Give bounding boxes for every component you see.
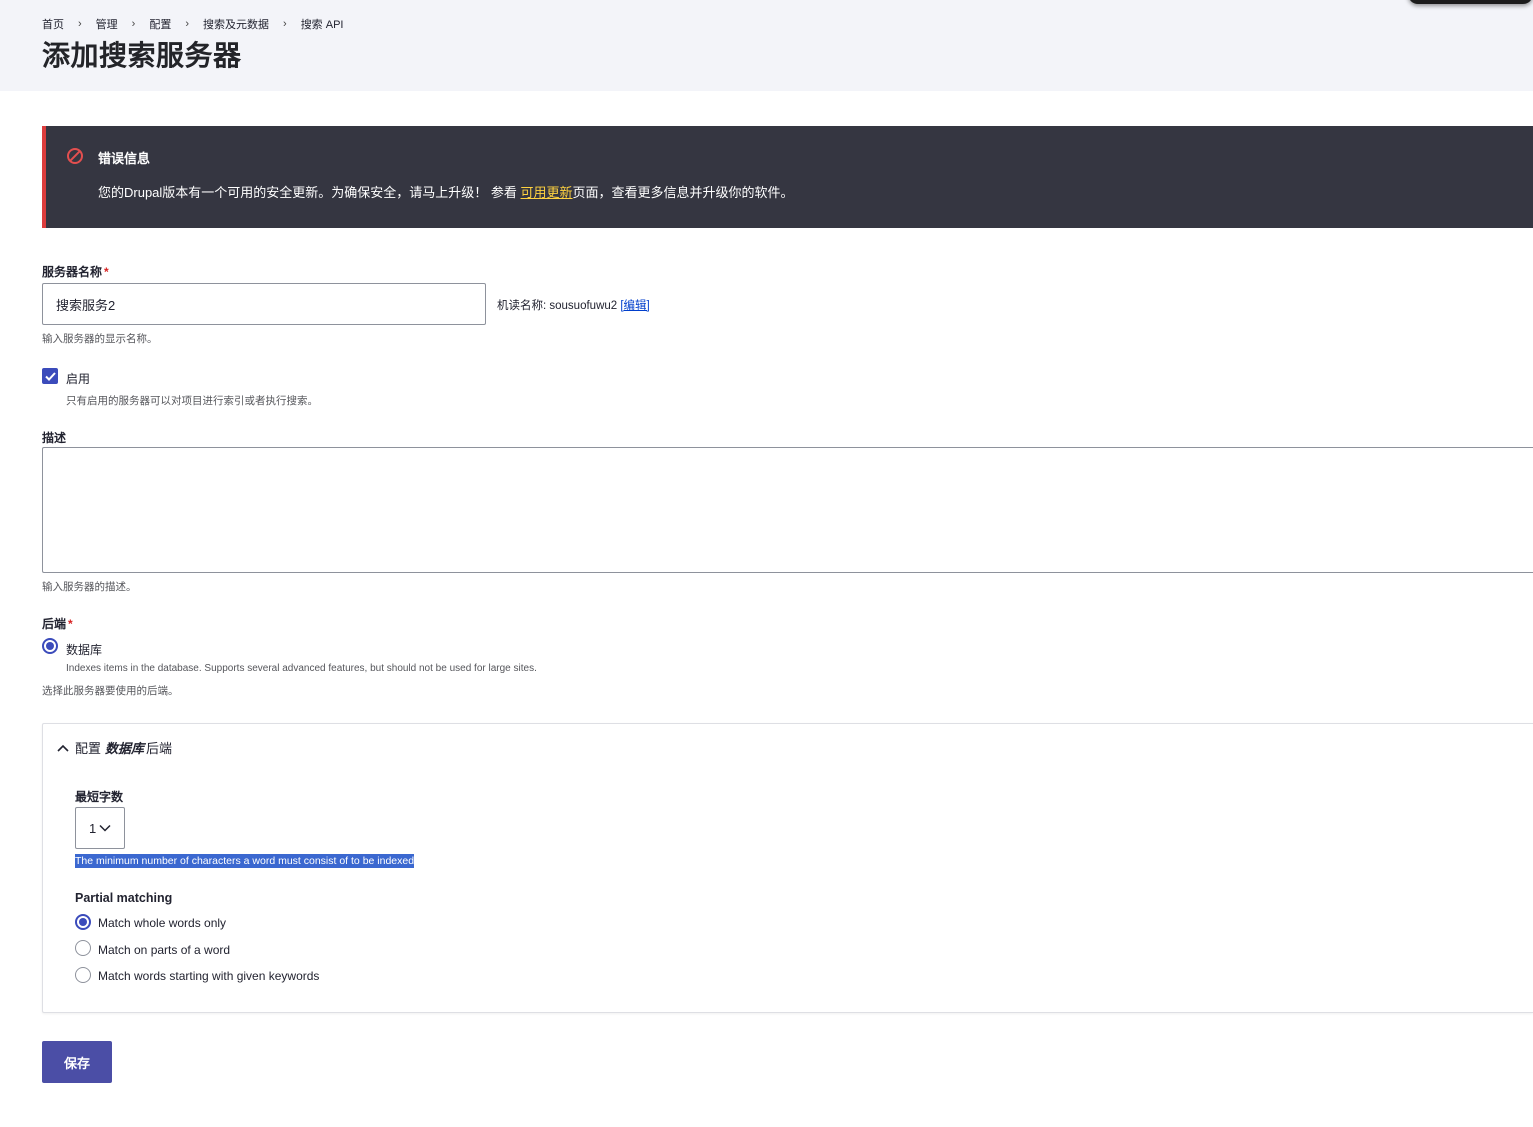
backend-label: 后端 * [42, 615, 73, 632]
page-header: 首页 › 管理 › 配置 › 搜索及元数据 › 搜索 API 添加搜索服务器 [0, 0, 1533, 91]
message-text-before: 您的Drupal版本有一个可用的安全更新。为确保安全，请马上升级！ 参看 [98, 185, 521, 200]
summary-emphasis: 数据库 [105, 741, 145, 756]
backend-label-text: 后端 [42, 617, 67, 631]
breadcrumb-admin[interactable]: 管理 [96, 16, 118, 32]
required-mark: * [68, 617, 73, 631]
backend-database-label[interactable]: 数据库 [66, 641, 102, 658]
message-text: 您的Drupal版本有一个可用的安全更新。为确保安全，请马上升级！ 参看 可用更… [98, 182, 794, 201]
save-button[interactable]: 保存 [42, 1041, 112, 1083]
breadcrumb-search-api[interactable]: 搜索 API [301, 16, 344, 32]
machine-name-edit-link[interactable]: [编辑] [620, 300, 649, 312]
description-help: 输入服务器的描述。 [42, 581, 137, 593]
match-parts-radio[interactable] [75, 940, 91, 956]
breadcrumb: 首页 › 管理 › 配置 › 搜索及元数据 › 搜索 API [42, 16, 343, 32]
backend-help: 选择此服务器要使用的后端。 [42, 685, 179, 697]
summary-prefix: 配置 [75, 741, 102, 756]
min-chars-label: 最短字数 [75, 790, 124, 804]
enabled-checkbox[interactable] [42, 368, 58, 384]
breadcrumb-separator-icon: › [78, 18, 82, 30]
window-corner [1408, 0, 1533, 4]
available-updates-link[interactable]: 可用更新 [521, 185, 573, 200]
breadcrumb-home[interactable]: 首页 [42, 16, 64, 32]
page-title: 添加搜索服务器 [42, 40, 242, 71]
partial-matching-label: Partial matching [75, 891, 173, 905]
breadcrumb-separator-icon: › [185, 18, 190, 30]
server-name-description: 输入服务器的显示名称。 [42, 333, 158, 345]
required-mark: * [104, 265, 109, 279]
server-name-input[interactable] [42, 283, 486, 325]
match-whole-words-radio[interactable] [75, 914, 91, 930]
min-chars-value: 1 [89, 820, 97, 836]
breadcrumb-separator-icon: › [131, 18, 136, 30]
description-label: 描述 [42, 431, 67, 445]
enabled-label[interactable]: 启用 [66, 370, 90, 387]
checkmark-icon [44, 371, 56, 381]
min-chars-select[interactable]: 1 [75, 807, 125, 849]
min-chars-help: The minimum number of characters a word … [75, 854, 415, 868]
breadcrumb-separator-icon: › [283, 18, 287, 30]
error-icon [67, 148, 83, 164]
message-title: 错误信息 [98, 151, 151, 166]
match-starting-radio[interactable] [75, 967, 91, 983]
server-name-label: 服务器名称 * [42, 263, 109, 280]
match-parts-label[interactable]: Match on parts of a word [98, 943, 230, 957]
description-textarea[interactable] [42, 447, 1533, 573]
chevron-down-icon [99, 824, 111, 832]
breadcrumb-search-metadata[interactable]: 搜索及元数据 [203, 16, 269, 32]
summary-suffix: 后端 [146, 741, 173, 756]
machine-name-text: 机读名称: sousuofuwu2 [497, 300, 621, 312]
machine-name: 机读名称: sousuofuwu2 [编辑] [497, 297, 650, 313]
breadcrumb-config[interactable]: 配置 [149, 16, 171, 32]
error-message: 错误信息 您的Drupal版本有一个可用的安全更新。为确保安全，请马上升级！ 参… [42, 126, 1533, 228]
server-name-label-text: 服务器名称 [42, 265, 103, 279]
enabled-description: 只有启用的服务器可以对项目进行索引或者执行搜索。 [66, 395, 318, 407]
chevron-up-icon [57, 744, 69, 752]
match-starting-label[interactable]: Match words starting with given keywords [98, 969, 319, 983]
backend-config-summary[interactable]: 配置 数据库 后端 [57, 738, 172, 757]
backend-database-description: Indexes items in the database. Supports … [66, 663, 537, 674]
message-text-after: 页面，查看更多信息并升级你的软件。 [572, 185, 794, 200]
backend-database-radio[interactable] [42, 638, 58, 654]
match-whole-words-label[interactable]: Match whole words only [98, 916, 226, 930]
